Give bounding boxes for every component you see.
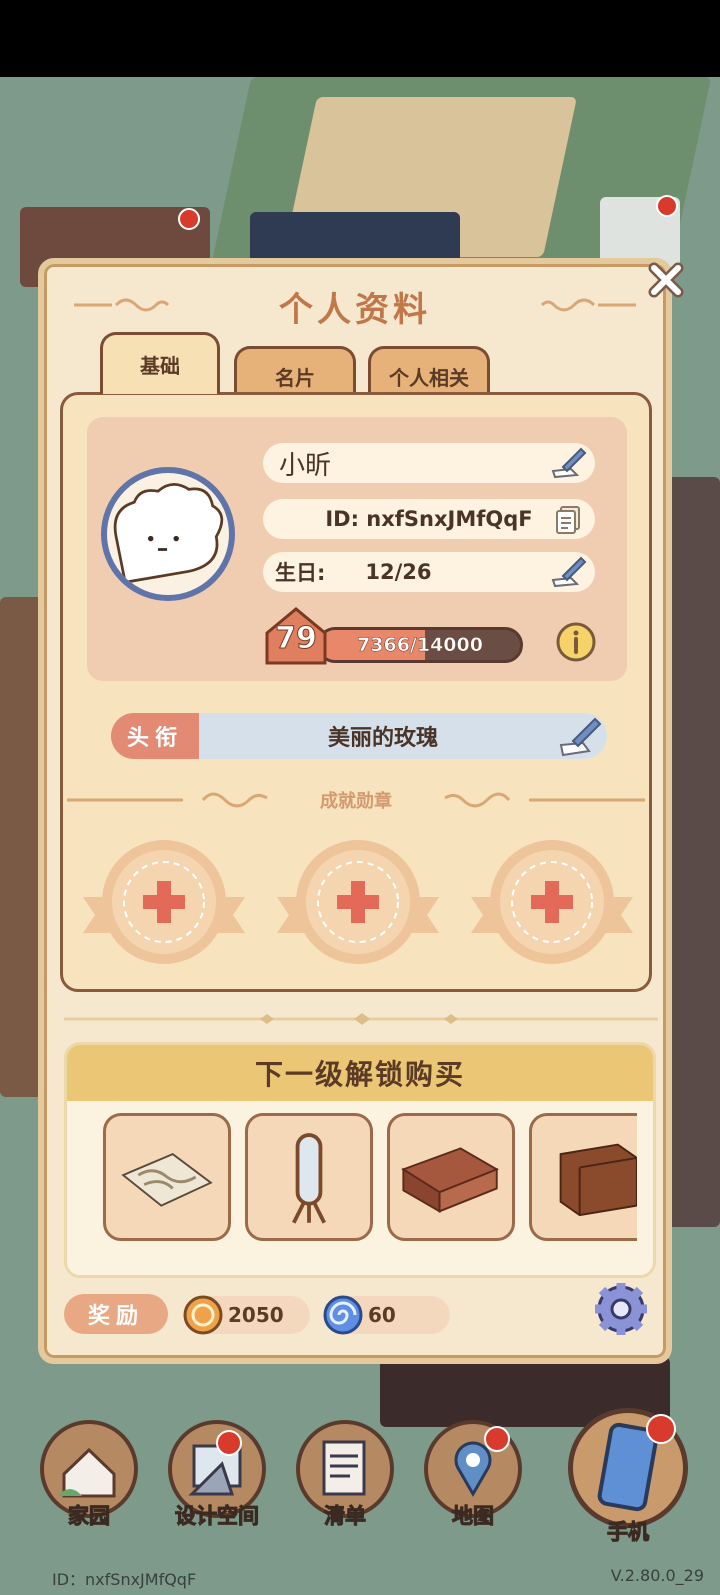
swirl-gem-icon	[323, 1295, 363, 1335]
gear-icon[interactable]	[592, 1280, 650, 1338]
name-field: 小昕	[263, 443, 595, 483]
copy-icon[interactable]	[551, 503, 587, 535]
rug-icon	[121, 1153, 213, 1207]
info-icon[interactable]	[555, 621, 597, 663]
nav-label: 设计空间	[175, 1504, 260, 1529]
player-id: ID: nxfSnxJMfQqF	[325, 507, 533, 531]
tab-basic[interactable]: 基础	[100, 332, 220, 394]
unlock-item[interactable]	[103, 1113, 231, 1241]
level-display: 7366/14000 79	[263, 605, 563, 665]
birthday-value: 12/26	[365, 560, 432, 584]
sheep-avatar-icon	[113, 483, 224, 584]
nav-label: 家园	[68, 1504, 111, 1529]
gem-reward: 60	[323, 1295, 450, 1335]
notification-dot	[646, 1414, 676, 1444]
achievements-label: 成就勋章	[320, 791, 392, 812]
reward-tag: 奖励	[64, 1294, 168, 1334]
footer-player-id: ID：nxfSnxJMfQqF	[52, 1570, 197, 1589]
edit-pencil-icon[interactable]	[551, 447, 587, 479]
unlock-item[interactable]	[387, 1113, 515, 1241]
nav-label: 地图	[452, 1504, 495, 1529]
profile-dialog: 个人资料 基础 名片 个人相关 小昕 ID: nxfSnxJMfQqF 生日: …	[38, 258, 684, 1364]
gem-amount: 60	[368, 1303, 396, 1327]
avatar[interactable]	[101, 467, 235, 601]
basic-panel: 小昕 ID: nxfSnxJMfQqF 生日: 12/26 7366/14000…	[60, 392, 652, 992]
notification-dot	[216, 1430, 242, 1456]
player-name: 小昕	[279, 450, 332, 481]
status-bar	[0, 0, 720, 77]
unlock-item-row[interactable]	[103, 1113, 637, 1243]
unlock-header: 下一级解锁购买	[67, 1045, 653, 1101]
unlock-item[interactable]	[245, 1113, 373, 1241]
notification-dot	[656, 195, 678, 217]
edit-pencil-icon[interactable]	[559, 715, 603, 757]
footer-version: V.2.80.0_29	[610, 1566, 704, 1585]
sofa-icon	[401, 1147, 499, 1213]
id-field: ID: nxfSnxJMfQqF	[263, 499, 595, 539]
title-tag: 头衔	[111, 713, 199, 759]
unlock-item[interactable]	[529, 1113, 637, 1241]
next-level-unlock-panel: 下一级解锁购买	[64, 1042, 656, 1278]
title-value: 美丽的玫瑰	[327, 726, 438, 751]
add-badge-icon[interactable]	[83, 835, 245, 969]
bottom-nav: 家园 设计空间 清单 地图 手机	[0, 1408, 720, 1545]
coin-reward: 2050	[183, 1295, 310, 1335]
profile-card: 小昕 ID: nxfSnxJMfQqF 生日: 12/26 7366/14000…	[87, 417, 627, 681]
birthday-field: 生日: 12/26	[263, 552, 595, 592]
reward-row: 奖励 2050 60	[64, 1283, 664, 1338]
notification-dot	[178, 208, 200, 230]
mirror-icon	[292, 1133, 326, 1224]
ornament-right-icon	[540, 298, 636, 312]
exp-text: 7366/14000	[357, 634, 483, 657]
notification-dot	[484, 1426, 510, 1452]
add-badge-icon[interactable]	[471, 835, 633, 969]
close-icon[interactable]	[644, 258, 688, 302]
title-row: 头衔 美丽的玫瑰	[111, 713, 607, 759]
nav-label: 手机	[607, 1520, 650, 1545]
section-divider	[64, 1013, 658, 1025]
coin-icon	[183, 1295, 223, 1335]
level-number: 79	[275, 621, 318, 657]
add-badge-icon[interactable]	[277, 835, 439, 969]
nav-label: 清单	[324, 1504, 367, 1529]
coin-amount: 2050	[228, 1303, 284, 1327]
cabinet-icon	[559, 1143, 637, 1217]
birthday-label: 生日:	[275, 561, 326, 585]
edit-pencil-icon[interactable]	[551, 556, 587, 588]
